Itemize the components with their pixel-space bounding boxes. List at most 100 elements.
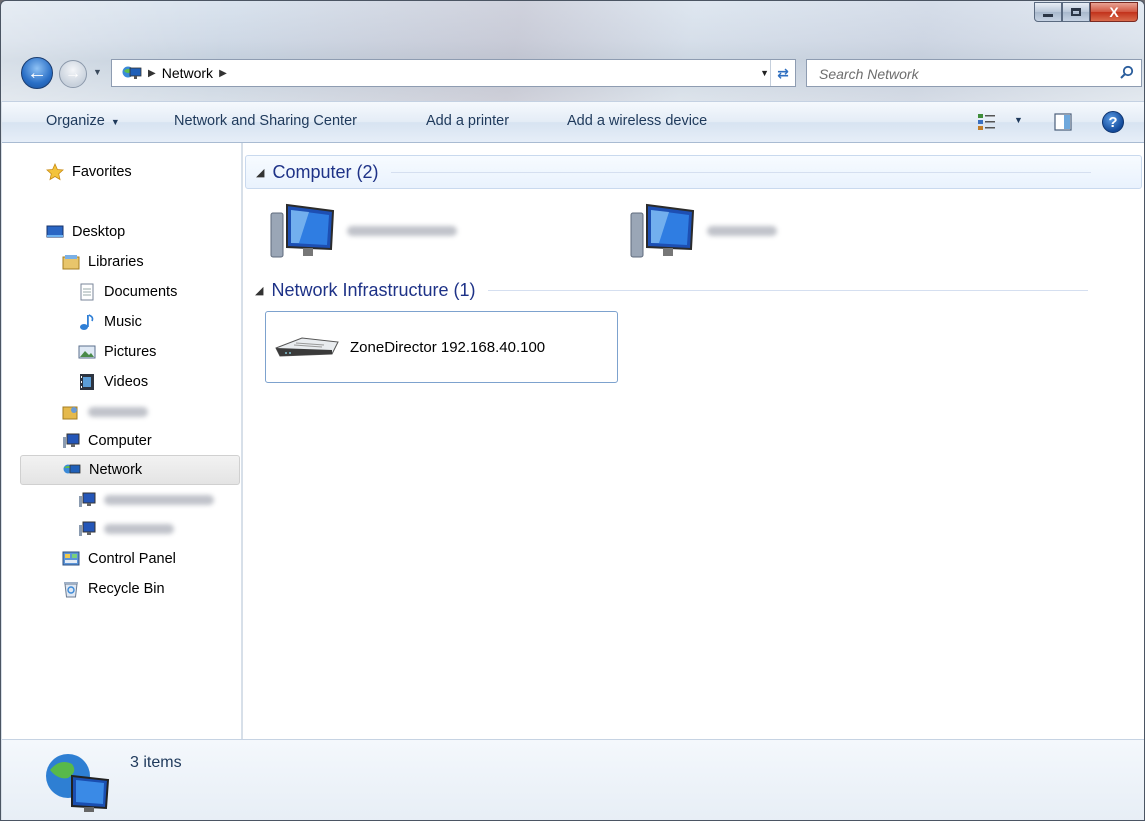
router-icon bbox=[275, 337, 339, 357]
computer-icon bbox=[270, 203, 335, 258]
nav-item-pictures[interactable]: Pictures bbox=[78, 339, 156, 365]
caption-buttons: X bbox=[1034, 2, 1138, 22]
add-printer-button[interactable]: Add a printer bbox=[426, 113, 509, 129]
computer-icon bbox=[79, 492, 96, 507]
redacted-label bbox=[707, 226, 777, 236]
nav-item-documents[interactable]: Documents bbox=[78, 279, 177, 305]
nav-item-network-computer-2[interactable] bbox=[78, 516, 174, 542]
address-bar[interactable]: ▶ Network ▶ ▼ ⇄ bbox=[111, 59, 796, 87]
redacted-label bbox=[104, 524, 174, 534]
device-label: ZoneDirector 192.168.40.100 bbox=[350, 338, 546, 356]
forward-arrow-icon: → bbox=[65, 65, 81, 82]
nav-label: Computer bbox=[88, 433, 152, 449]
redacted-label bbox=[88, 407, 148, 417]
organize-menu[interactable]: Organize ▼ bbox=[46, 113, 120, 129]
nav-item-favorites[interactable]: Favorites bbox=[46, 159, 132, 185]
breadcrumb-network[interactable]: Network bbox=[162, 65, 213, 81]
close-icon: X bbox=[1109, 4, 1119, 20]
change-view-icon[interactable] bbox=[977, 112, 997, 132]
computer-icon bbox=[630, 203, 695, 258]
minimize-button[interactable] bbox=[1034, 2, 1062, 22]
nav-label: Network bbox=[89, 462, 143, 478]
nav-item-libraries[interactable]: Libraries bbox=[62, 249, 144, 275]
nav-item-recycle-bin[interactable]: Recycle Bin bbox=[62, 576, 165, 602]
nav-label: Pictures bbox=[104, 344, 157, 360]
search-input[interactable] bbox=[817, 61, 1111, 87]
documents-icon bbox=[80, 283, 94, 301]
nav-label: Control Panel bbox=[88, 551, 176, 567]
computer-tile-1[interactable] bbox=[269, 201, 457, 261]
control-panel-icon bbox=[62, 551, 80, 566]
collapse-triangle-icon[interactable]: ◢ bbox=[256, 166, 264, 179]
nav-item-desktop[interactable]: Desktop bbox=[46, 219, 125, 245]
redacted-label bbox=[104, 495, 214, 505]
maximize-button[interactable] bbox=[1062, 2, 1090, 22]
group-header-network-infrastructure[interactable]: ◢ Network Infrastructure (1) bbox=[245, 273, 1142, 307]
back-arrow-icon: ← bbox=[27, 61, 47, 84]
network-device-zonedirector[interactable]: ZoneDirector 192.168.40.100 bbox=[265, 311, 618, 383]
recent-pages-dropdown-icon[interactable]: ▼ bbox=[93, 67, 102, 77]
group-title: Network Infrastructure (1) bbox=[271, 279, 476, 300]
libraries-icon bbox=[62, 255, 80, 270]
content-pane: ◢ Computer (2) ◢ Network Infrastructure … bbox=[243, 143, 1144, 739]
back-button[interactable]: ← bbox=[21, 57, 53, 89]
nav-label: Desktop bbox=[72, 224, 126, 240]
star-icon bbox=[46, 163, 64, 181]
navigation-pane: Favorites Desktop Libraries Documents Mu… bbox=[2, 143, 242, 739]
group-title: Computer (2) bbox=[272, 161, 379, 182]
nav-item-network[interactable]: Network bbox=[20, 455, 240, 485]
refresh-button[interactable]: ⇄ bbox=[770, 60, 795, 86]
videos-icon bbox=[80, 374, 94, 390]
redacted-label bbox=[347, 226, 457, 236]
network-icon bbox=[63, 464, 81, 474]
address-dropdown-icon[interactable]: ▼ bbox=[760, 68, 769, 78]
music-icon bbox=[80, 314, 94, 330]
collapse-triangle-icon[interactable]: ◢ bbox=[255, 284, 263, 297]
search-box[interactable] bbox=[806, 59, 1142, 87]
close-button[interactable]: X bbox=[1090, 2, 1138, 22]
network-icon bbox=[122, 66, 142, 79]
computer-icon bbox=[63, 433, 80, 448]
nav-item-control-panel[interactable]: Control Panel bbox=[62, 546, 176, 572]
computer-icon bbox=[79, 521, 96, 536]
nav-label: Videos bbox=[104, 374, 149, 390]
nav-label: Music bbox=[104, 314, 142, 330]
help-icon[interactable]: ? bbox=[1102, 111, 1124, 133]
nav-item-user-folder[interactable] bbox=[62, 399, 148, 425]
explorer-window: X ← → ▼ ▶ Network ▶ ▼ ⇄ O bbox=[0, 0, 1145, 821]
breadcrumb-separator-icon[interactable]: ▶ bbox=[219, 68, 227, 79]
nav-label: Favorites bbox=[72, 164, 132, 180]
add-wireless-device-button[interactable]: Add a wireless device bbox=[567, 113, 707, 129]
address-row: ← → ▼ ▶ Network ▶ ▼ ⇄ bbox=[1, 53, 1144, 93]
chevron-down-icon: ▼ bbox=[110, 117, 120, 127]
search-icon[interactable] bbox=[1119, 65, 1135, 81]
network-globe-icon bbox=[46, 754, 110, 812]
nav-item-network-computer-1[interactable] bbox=[78, 487, 214, 513]
nav-item-music[interactable]: Music bbox=[78, 309, 142, 335]
computer-tile-2[interactable] bbox=[629, 201, 777, 261]
network-sharing-center-button[interactable]: Network and Sharing Center bbox=[174, 113, 357, 129]
group-header-computer[interactable]: ◢ Computer (2) bbox=[245, 155, 1142, 189]
preview-pane-icon[interactable] bbox=[1054, 113, 1072, 131]
nav-label: Recycle Bin bbox=[88, 581, 165, 597]
group-divider bbox=[390, 171, 1091, 173]
nav-item-videos[interactable]: Videos bbox=[78, 369, 148, 395]
group-divider bbox=[487, 289, 1088, 291]
user-folder-icon bbox=[62, 406, 78, 420]
command-bar: Organize ▼ Network and Sharing Center Add… bbox=[2, 101, 1144, 143]
view-options-dropdown-icon[interactable]: ▼ bbox=[1014, 115, 1023, 125]
details-pane: 3 items bbox=[2, 739, 1144, 820]
item-count: 3 items bbox=[130, 754, 182, 771]
minimize-icon bbox=[1043, 13, 1053, 17]
organize-label: Organize bbox=[46, 113, 105, 129]
desktop-icon bbox=[46, 225, 64, 238]
recycle-bin-icon bbox=[64, 582, 78, 598]
nav-label: Libraries bbox=[88, 254, 144, 270]
pictures-icon bbox=[78, 345, 96, 359]
nav-label: Documents bbox=[104, 284, 178, 300]
maximize-icon bbox=[1071, 8, 1081, 16]
nav-item-computer[interactable]: Computer bbox=[62, 428, 152, 454]
breadcrumb-separator-icon[interactable]: ▶ bbox=[148, 68, 156, 79]
refresh-icon: ⇄ bbox=[777, 64, 789, 81]
forward-button[interactable]: → bbox=[59, 60, 87, 88]
